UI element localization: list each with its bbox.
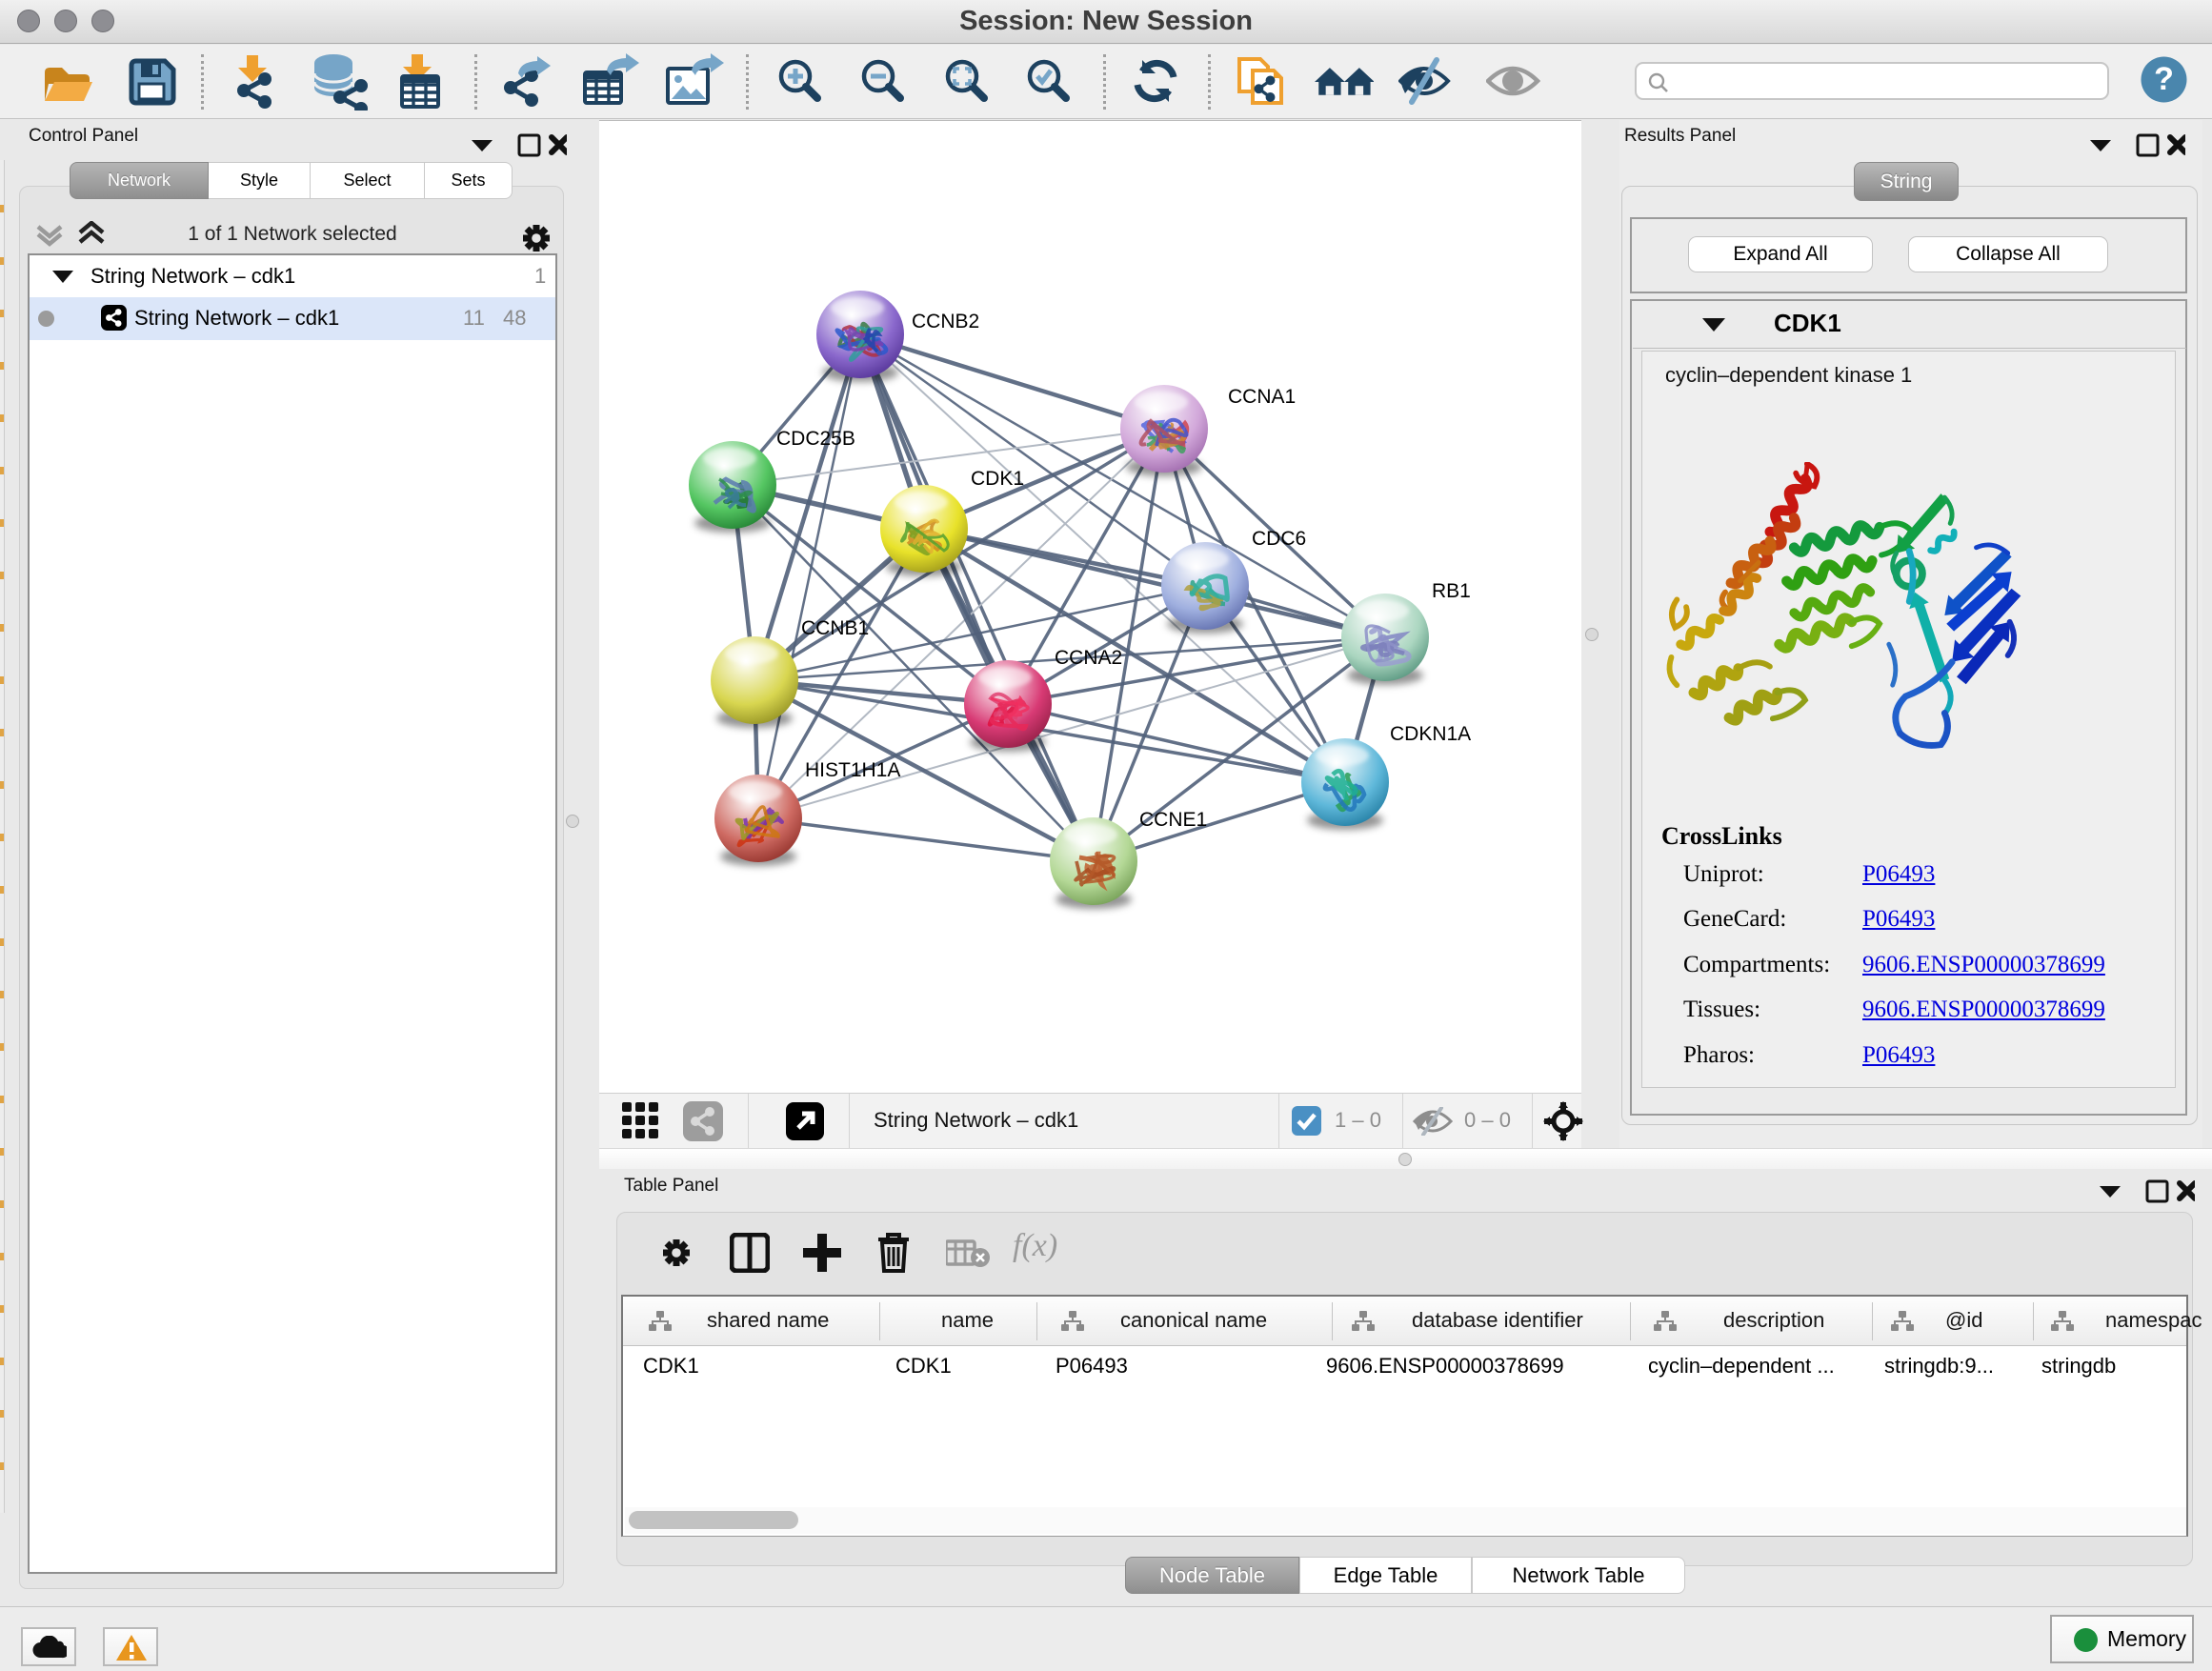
svg-text:CCNA1: CCNA1 — [1228, 386, 1296, 408]
svg-text:CDC6: CDC6 — [1252, 528, 1306, 550]
svg-text:CDK1: CDK1 — [971, 468, 1024, 490]
svg-text:?: ? — [2154, 61, 2174, 97]
svg-text:CCNA2: CCNA2 — [1055, 647, 1122, 669]
svg-text:RB1: RB1 — [1432, 580, 1471, 602]
svg-text:CCNB2: CCNB2 — [912, 311, 979, 332]
svg-text:HIST1H1A: HIST1H1A — [805, 759, 900, 781]
svg-text:CDC25B: CDC25B — [776, 428, 855, 450]
svg-text:CDKN1A: CDKN1A — [1390, 723, 1471, 745]
svg-text:CCNE1: CCNE1 — [1139, 809, 1207, 831]
svg-text:CCNB1: CCNB1 — [801, 617, 869, 639]
